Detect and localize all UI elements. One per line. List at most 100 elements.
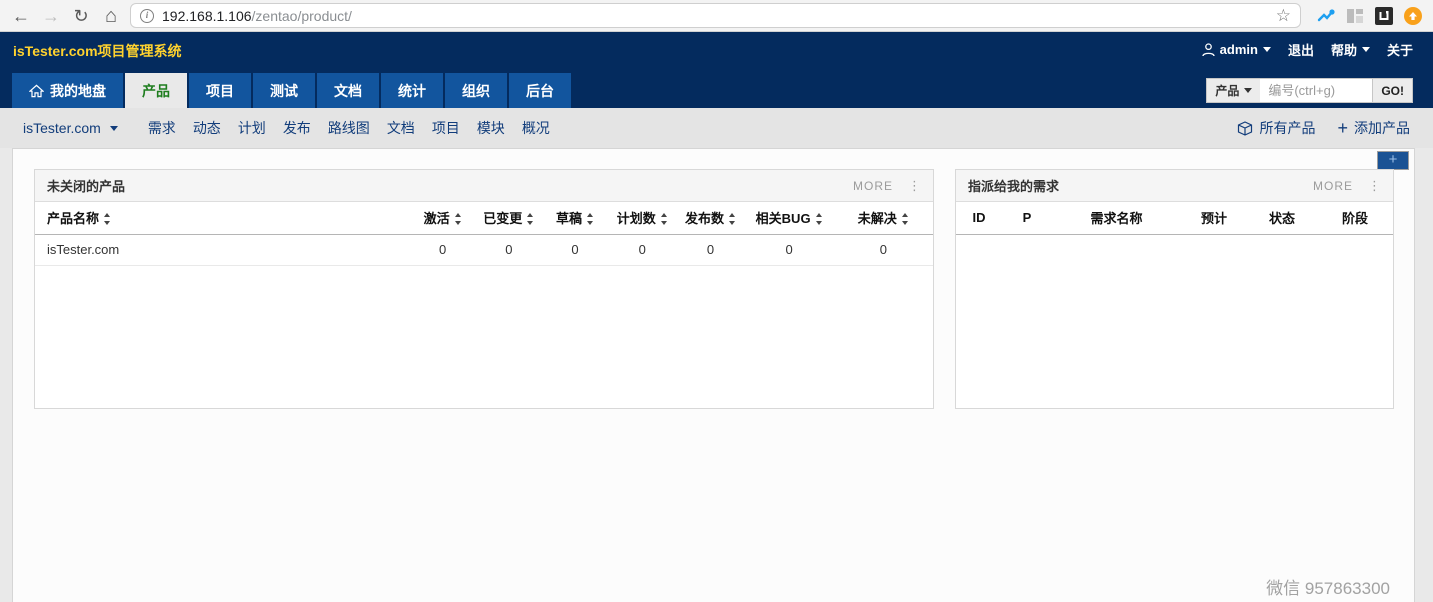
column-header-status[interactable]: 状态: [1247, 202, 1317, 234]
plus-icon: +: [1337, 121, 1348, 135]
subnav-item-project[interactable]: 项目: [432, 118, 460, 138]
search-category-dropdown[interactable]: 产品: [1206, 78, 1260, 103]
column-header-unresolved[interactable]: 未解决: [834, 202, 933, 234]
stories-table-header-row: ID P 需求名称 预计 状态 阶段: [956, 202, 1393, 234]
sort-icon: [729, 213, 736, 225]
subnav-item-overview[interactable]: 概况: [522, 118, 550, 138]
subnav-item-plan[interactable]: 计划: [238, 118, 266, 138]
chevron-down-icon: [110, 126, 118, 135]
wechat-watermark: 微信 957863300: [1266, 574, 1390, 599]
column-header-bugs[interactable]: 相关BUG: [745, 202, 834, 234]
chevron-down-icon: [1244, 88, 1252, 97]
logout-link[interactable]: 退出: [1288, 40, 1314, 59]
extension-trend-icon[interactable]: [1311, 6, 1340, 26]
column-header-releases[interactable]: 发布数: [676, 202, 744, 234]
help-dropdown[interactable]: 帮助: [1331, 40, 1370, 59]
products-panel-header: 未关闭的产品 MORE ⋮: [35, 170, 933, 202]
tab-project[interactable]: 项目: [189, 73, 251, 108]
add-block-button[interactable]: +: [1377, 151, 1409, 170]
forward-icon[interactable]: →: [36, 1, 66, 31]
column-header-active[interactable]: 激活: [410, 202, 476, 234]
stories-more-link[interactable]: MORE: [1313, 179, 1353, 193]
table-row[interactable]: isTester.com 0 0 0 0 0 0 0: [35, 234, 933, 265]
add-product-link[interactable]: + 添加产品: [1337, 118, 1410, 138]
address-bar[interactable]: i 192.168.1.106/zentao/product/ ☆: [130, 3, 1301, 28]
column-header-id[interactable]: ID: [956, 202, 1002, 234]
user-dropdown[interactable]: admin: [1202, 42, 1271, 57]
products-table-header-row: 产品名称 激活 已变更 草稿 计划数 发布数 相关BUG 未解决: [35, 202, 933, 234]
products-more-link[interactable]: MORE: [853, 179, 893, 193]
cube-icon: [1237, 121, 1253, 136]
product-name-cell[interactable]: isTester.com: [35, 234, 410, 265]
products-panel-title: 未关闭的产品: [47, 176, 125, 195]
product-switcher[interactable]: isTester.com: [23, 120, 118, 136]
column-header-draft[interactable]: 草稿: [542, 202, 608, 234]
tab-report[interactable]: 统计: [381, 73, 443, 108]
column-header-priority[interactable]: P: [1002, 202, 1052, 234]
subnav-item-doc[interactable]: 文档: [387, 118, 415, 138]
tab-product[interactable]: 产品: [125, 73, 187, 108]
column-header-plans[interactable]: 计划数: [608, 202, 676, 234]
app-header: isTester.com项目管理系统 admin 退出 帮助 关于 我的地盘 产…: [0, 32, 1433, 108]
home-icon: [29, 84, 44, 98]
tab-label: 文档: [334, 81, 362, 101]
tab-admin[interactable]: 后台: [509, 73, 571, 108]
search-go-button[interactable]: GO!: [1372, 78, 1413, 103]
browser-toolbar: ← → ↻ ⌂ i 192.168.1.106/zentao/product/ …: [0, 0, 1433, 32]
column-header-story-name[interactable]: 需求名称: [1052, 202, 1181, 234]
sort-icon: [816, 213, 823, 225]
subnav-item-roadmap[interactable]: 路线图: [328, 118, 370, 138]
column-header-estimate[interactable]: 预计: [1181, 202, 1247, 234]
extension-columns-icon[interactable]: [1340, 7, 1369, 25]
sort-icon: [661, 213, 668, 225]
url-path: /zentao/product/: [252, 8, 352, 24]
url-text: 192.168.1.106/zentao/product/: [162, 8, 352, 24]
user-menu: admin 退出 帮助 关于: [1202, 40, 1413, 59]
search-input[interactable]: [1260, 78, 1372, 103]
product-switcher-label: isTester.com: [23, 120, 101, 136]
global-search: 产品 GO!: [1206, 78, 1413, 103]
stories-panel-header: 指派给我的需求 MORE ⋮: [956, 170, 1393, 202]
draft-count-cell: 0: [542, 234, 608, 265]
subnav-actions: 所有产品 + 添加产品: [1237, 118, 1410, 138]
add-product-label: 添加产品: [1354, 118, 1410, 138]
tab-label: 组织: [462, 81, 490, 101]
subnav-item-module[interactable]: 模块: [477, 118, 505, 138]
all-products-link[interactable]: 所有产品: [1237, 118, 1315, 138]
active-count-cell: 0: [410, 234, 476, 265]
unresolved-count-cell: 0: [834, 234, 933, 265]
products-table: 产品名称 激活 已变更 草稿 计划数 发布数 相关BUG 未解决 isTeste…: [35, 202, 933, 266]
kebab-menu-icon[interactable]: ⋮: [1368, 178, 1381, 194]
plans-count-cell: 0: [608, 234, 676, 265]
home-icon[interactable]: ⌂: [96, 1, 126, 31]
tab-doc[interactable]: 文档: [317, 73, 379, 108]
back-icon[interactable]: ←: [6, 1, 36, 31]
tab-my-dashboard[interactable]: 我的地盘: [12, 73, 123, 108]
dashboard-container: + 未关闭的产品 MORE ⋮ 产品名称 激活 已变更 草稿 计划数 发布数 相…: [12, 148, 1415, 602]
releases-count-cell: 0: [676, 234, 744, 265]
tab-org[interactable]: 组织: [445, 73, 507, 108]
subnav-item-story[interactable]: 需求: [148, 118, 176, 138]
bugs-count-cell: 0: [745, 234, 834, 265]
products-panel: 未关闭的产品 MORE ⋮ 产品名称 激活 已变更 草稿 计划数 发布数 相关B…: [34, 169, 934, 409]
sort-icon: [455, 213, 462, 225]
column-header-stage[interactable]: 阶段: [1317, 202, 1393, 234]
stories-panel-title: 指派给我的需求: [968, 176, 1059, 195]
user-icon: [1202, 43, 1215, 57]
tab-test[interactable]: 测试: [253, 73, 315, 108]
column-header-product-name[interactable]: 产品名称: [35, 202, 410, 234]
extension-up-arrow-icon[interactable]: [1398, 7, 1427, 25]
reload-icon[interactable]: ↻: [66, 1, 96, 31]
bookmark-star-icon[interactable]: ☆: [1276, 6, 1291, 26]
extension-u-icon[interactable]: [1369, 7, 1398, 25]
stories-table: ID P 需求名称 预计 状态 阶段: [956, 202, 1393, 235]
sort-icon: [104, 213, 111, 225]
page-info-icon[interactable]: i: [140, 9, 154, 23]
subnav-item-dynamic[interactable]: 动态: [193, 118, 221, 138]
main-nav-tabs: 我的地盘 产品 项目 测试 文档 统计 组织 后台: [12, 73, 571, 108]
subnav-item-release[interactable]: 发布: [283, 118, 311, 138]
tab-label: 测试: [270, 81, 298, 101]
kebab-menu-icon[interactable]: ⋮: [908, 178, 921, 194]
about-link[interactable]: 关于: [1387, 40, 1413, 59]
column-header-changed[interactable]: 已变更: [476, 202, 542, 234]
